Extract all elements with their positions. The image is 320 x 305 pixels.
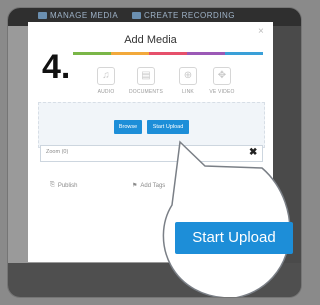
media-type-label: DOCUMENTS [128,89,164,95]
dialog-title: Add Media [124,34,177,46]
publish-label: Publish [57,182,78,189]
tag-icon: ⚑ [132,183,138,189]
start-upload-magnified-button[interactable]: Start Upload [175,222,293,254]
recording-icon [132,12,141,19]
close-icon[interactable]: × [258,26,264,37]
globe-icon: ⊕ [179,67,197,85]
document-icon: ▤ [137,67,155,85]
stripe-segment [225,52,263,55]
background-footer [8,263,301,297]
remove-file-icon[interactable]: ✖ [249,147,257,158]
media-icon [38,12,47,19]
add-tags-label: Add Tags [140,182,166,189]
stripe-segment [187,52,225,55]
stripe-segment [73,52,111,55]
manage-media-label: MANAGE MEDIA [50,11,119,20]
video-icon: ✥ [213,67,231,85]
create-recording-link[interactable]: CREATE RECORDING [132,11,235,20]
publish-icon: ⎘ [50,182,55,188]
manage-media-link[interactable]: MANAGE MEDIA [38,11,118,20]
browse-button[interactable]: Browse [114,120,142,134]
media-type-label: AUDIO [97,89,115,95]
file-name: Zoom (0) [46,149,69,155]
step-number: 4. [42,48,71,86]
start-upload-button[interactable]: Start Upload [147,120,189,134]
add-tags-link[interactable]: ⚑ Add Tags [132,182,166,190]
file-row: Zoom (0) ✖ [40,145,263,162]
media-type-label: VE VIDEO [209,89,235,95]
color-stripe [73,52,263,55]
create-recording-label: CREATE RECORDING [144,11,235,20]
media-type-ve-video[interactable]: ✥ VE VIDEO [202,67,242,95]
stripe-segment [149,52,187,55]
media-type-audio[interactable]: ♫ AUDIO [86,67,126,95]
publish-link[interactable]: ⎘ Publish [50,182,78,189]
music-note-icon: ♫ [97,67,115,85]
screenshot-frame: MANAGE MEDIA CREATE RECORDING Add Media … [8,8,301,297]
media-type-documents[interactable]: ▤ DOCUMENTS [126,67,166,95]
stripe-segment [111,52,149,55]
